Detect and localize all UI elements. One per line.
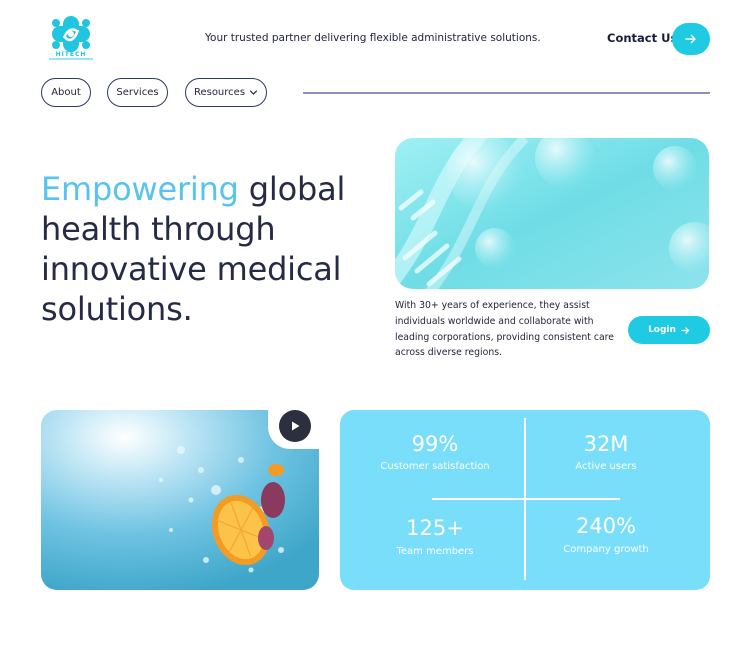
- hero-description: With 30+ years of experience, they assis…: [395, 300, 615, 359]
- hero-title: Empowering global health through innovat…: [41, 169, 371, 329]
- nav-services[interactable]: Services: [107, 78, 168, 107]
- nav-resources-label: Resources: [193, 87, 246, 98]
- hero-title-highlight: Empowering: [41, 170, 239, 208]
- login-button[interactable]: Login: [628, 316, 710, 344]
- contact-us-button[interactable]: [672, 23, 710, 55]
- nav-services-label: Services: [116, 87, 159, 98]
- stat-value: 125+: [406, 516, 464, 540]
- stat-label: Team members: [396, 546, 474, 557]
- nav-resources-dropdown[interactable]: Resources: [185, 78, 267, 107]
- arrow-right-icon: [681, 326, 690, 334]
- nav-about-label: About: [51, 87, 81, 98]
- chevron-down-icon: [249, 90, 258, 95]
- nav-about[interactable]: About: [41, 78, 91, 107]
- arrow-right-icon: [685, 34, 696, 44]
- contact-us-link[interactable]: Contact Us: [607, 31, 677, 45]
- stat-label: Customer satisfaction: [380, 461, 490, 472]
- nav-divider: [303, 92, 710, 94]
- stat-label: Active users: [575, 461, 637, 472]
- header-tagline: Your trusted partner delivering flexible…: [205, 32, 541, 44]
- stats-divider-horizontal: [432, 498, 620, 500]
- hero-dna-image: [395, 138, 709, 289]
- stat-label: Company growth: [563, 544, 649, 555]
- stat-value: 99%: [411, 432, 459, 456]
- play-icon: [292, 421, 300, 431]
- logo-text: HITECH: [55, 51, 87, 58]
- stat-value: 240%: [575, 514, 637, 538]
- logo-subline: [49, 58, 93, 60]
- play-video-button[interactable]: [279, 410, 311, 442]
- stat-value: 32M: [583, 432, 629, 456]
- login-label: Login: [648, 325, 676, 335]
